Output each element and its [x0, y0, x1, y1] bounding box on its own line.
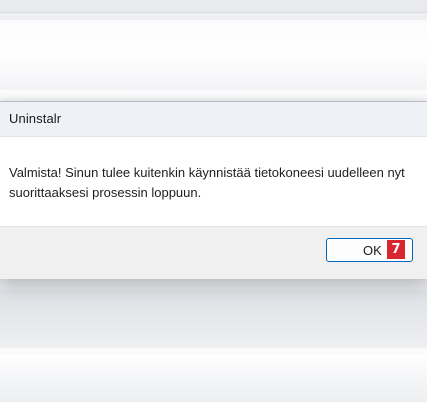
ok-button[interactable]: OK 7 [326, 238, 413, 262]
message-dialog: Uninstalr Valmista! Sinun tulee kuitenki… [0, 101, 427, 279]
ok-button-label: OK [363, 243, 382, 258]
dialog-titlebar[interactable]: Uninstalr [0, 102, 427, 137]
background-window-strip [0, 0, 427, 13]
background-window-panel [0, 20, 427, 90]
background-window-shadow [0, 290, 427, 348]
dialog-button-bar: OK 7 [0, 226, 427, 279]
background-window-footer [0, 354, 427, 402]
dialog-message: Valmista! Sinun tulee kuitenkin käynnist… [9, 165, 405, 200]
dialog-title: Uninstalr [9, 111, 62, 126]
step-number-badge: 7 [387, 240, 405, 259]
